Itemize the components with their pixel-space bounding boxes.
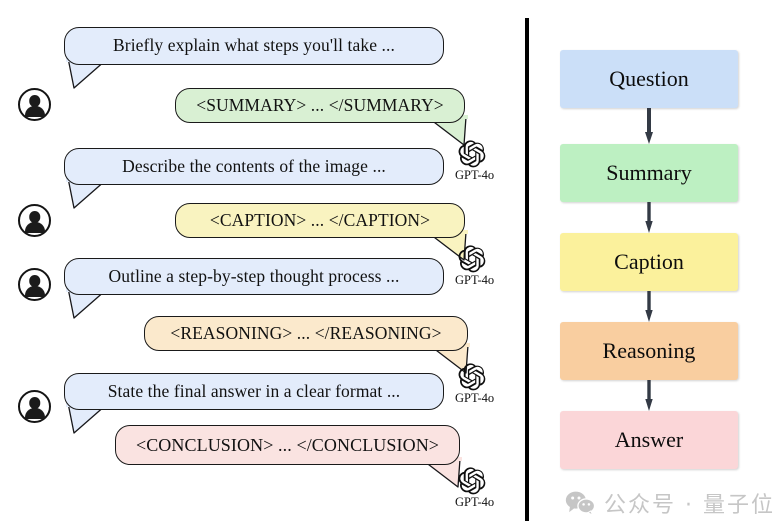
conversation-panel: Briefly explain what steps you'll take .… <box>0 0 520 532</box>
chat-bubble-user[interactable]: Briefly explain what steps you'll take .… <box>64 27 444 65</box>
wechat-icon <box>565 491 595 516</box>
chat-bubble-user[interactable]: State the final answer in a clear format… <box>64 373 444 410</box>
chat-bubble-assistant[interactable]: <REASONING> ... </REASONING> <box>144 316 468 351</box>
flow-step-summary[interactable]: Summary <box>560 144 738 202</box>
flow-step-answer[interactable]: Answer <box>560 411 738 469</box>
bubble-text: State the final answer in a clear format… <box>107 380 401 401</box>
user-avatar-icon <box>18 88 51 121</box>
bubble-text: Outline a step-by-step thought process .… <box>108 265 400 286</box>
pipeline-flowchart: Question Summary Caption Reasoning Answe… <box>525 0 777 532</box>
chat-bubble-assistant[interactable]: <CONCLUSION> ... </CONCLUSION> <box>115 425 460 465</box>
assistant-signature: GPT-4o <box>455 466 495 509</box>
avatar-head <box>28 275 41 287</box>
bubble-text: <CONCLUSION> ... </CONCLUSION> <box>135 435 440 455</box>
assistant-label: GPT-4o <box>455 273 495 287</box>
chat-bubble-user[interactable]: Describe the contents of the image ... <box>64 148 444 185</box>
assistant-signature: GPT-4o <box>455 362 495 405</box>
avatar-head <box>28 397 41 409</box>
assistant-label: GPT-4o <box>455 495 495 509</box>
bubble-text: <REASONING> ... </REASONING> <box>170 322 442 343</box>
assistant-label: GPT-4o <box>455 168 495 182</box>
openai-logo-icon <box>458 363 486 391</box>
flow-step-label: Answer <box>614 427 684 452</box>
flow-arrow-icon <box>645 108 653 144</box>
figure-root: Briefly explain what steps you'll take .… <box>0 0 777 532</box>
flow-step-question[interactable]: Question <box>560 50 738 108</box>
user-avatar-icon <box>18 204 51 237</box>
openai-logo-icon <box>458 467 486 495</box>
avatar-head <box>28 95 41 107</box>
flow-step-label: Caption <box>614 249 684 274</box>
chat-bubble-assistant[interactable]: <CAPTION> ... </CAPTION> <box>175 203 465 238</box>
flow-step-label: Question <box>609 66 689 91</box>
avatar-body <box>24 286 45 297</box>
openai-logo-icon <box>458 140 486 168</box>
bubble-text: Describe the contents of the image ... <box>122 155 386 176</box>
flow-arrow-icon <box>645 291 653 322</box>
chat-bubble-assistant[interactable]: <SUMMARY> ... </SUMMARY> <box>175 88 465 123</box>
avatar-head <box>28 211 41 223</box>
flow-step-caption[interactable]: Caption <box>560 233 738 291</box>
user-avatar-icon <box>18 268 51 301</box>
watermark-text: 公众号 · 量子位 <box>604 493 775 518</box>
openai-logo-icon <box>458 245 486 273</box>
flow-arrow-icon <box>645 380 653 411</box>
bubble-text: Briefly explain what steps you'll take .… <box>113 35 395 56</box>
flow-step-reasoning[interactable]: Reasoning <box>560 322 738 380</box>
user-avatar-icon <box>18 390 51 423</box>
watermark: 公众号 · 量子位 <box>565 487 775 519</box>
flow-step-label: Summary <box>606 160 692 185</box>
bubble-text: <CAPTION> ... </CAPTION> <box>209 209 431 230</box>
bubble-text: <SUMMARY> ... </SUMMARY> <box>196 94 444 115</box>
avatar-body <box>24 408 45 419</box>
flow-step-label: Reasoning <box>602 338 696 363</box>
avatar-body <box>24 222 45 233</box>
assistant-label: GPT-4o <box>455 391 495 405</box>
assistant-signature: GPT-4o <box>455 139 495 182</box>
flow-arrow-icon <box>645 202 653 233</box>
chat-bubble-user[interactable]: Outline a step-by-step thought process .… <box>64 258 444 295</box>
assistant-signature: GPT-4o <box>455 244 495 287</box>
avatar-body <box>24 106 45 117</box>
